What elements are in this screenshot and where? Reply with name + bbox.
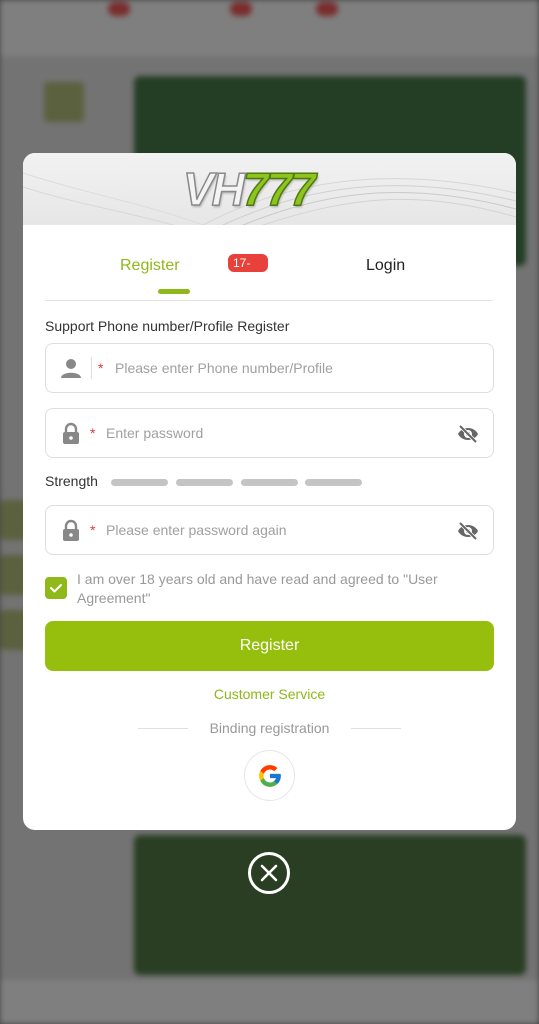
user-icon (61, 359, 81, 378)
required-mark: * (90, 425, 96, 441)
password-input-placeholder: Enter password (106, 425, 204, 441)
confirm-password-placeholder: Please enter password again (106, 522, 287, 538)
phone-field[interactable]: * Please enter Phone number/Profile (45, 343, 494, 393)
tab-register[interactable]: Register 17-2,777 (120, 254, 269, 288)
field-divider (91, 357, 92, 379)
tab-register-label: Register (120, 257, 180, 274)
strength-bar (111, 479, 168, 486)
password-field[interactable]: * Enter password (45, 408, 494, 458)
lock-icon (63, 519, 79, 541)
lock-icon (63, 422, 79, 444)
phone-input-placeholder: Please enter Phone number/Profile (115, 360, 333, 376)
auth-tabs: Register 17-2,777 Login (45, 243, 493, 301)
binding-registration-label: Binding registration (209, 720, 330, 736)
eye-off-icon[interactable] (457, 423, 479, 445)
google-icon (259, 765, 281, 787)
customer-service-link[interactable]: Customer Service (23, 686, 516, 702)
divider-line (351, 728, 401, 729)
active-tab-indicator (158, 289, 190, 294)
tab-login-label: Login (366, 257, 406, 274)
modal-header: VH777 (23, 153, 516, 225)
strength-bar (241, 479, 298, 486)
register-modal: VH777 Register 17-2,777 Login Support Ph… (23, 153, 516, 830)
check-icon (50, 584, 62, 593)
promo-badge: 17-2,777 (228, 254, 269, 288)
eye-off-icon[interactable] (457, 520, 479, 542)
google-login-button[interactable] (244, 750, 295, 801)
confirm-password-field[interactable]: * Please enter password again (45, 505, 494, 555)
brand-logo: VH777 (182, 163, 316, 215)
close-modal-button[interactable] (248, 852, 290, 894)
agreement-checkbox[interactable] (45, 577, 67, 599)
password-strength-label: Strength (45, 473, 98, 489)
register-method-label: Support Phone number/Profile Register (45, 318, 290, 334)
agreement-text[interactable]: I am over 18 years old and have read and… (77, 570, 487, 608)
required-mark: * (98, 360, 104, 376)
close-icon (260, 864, 278, 882)
strength-bar (305, 479, 362, 486)
required-mark: * (90, 522, 96, 538)
tab-login[interactable]: Login (366, 257, 405, 275)
register-button[interactable]: Register (45, 621, 494, 671)
strength-bar (176, 479, 233, 486)
